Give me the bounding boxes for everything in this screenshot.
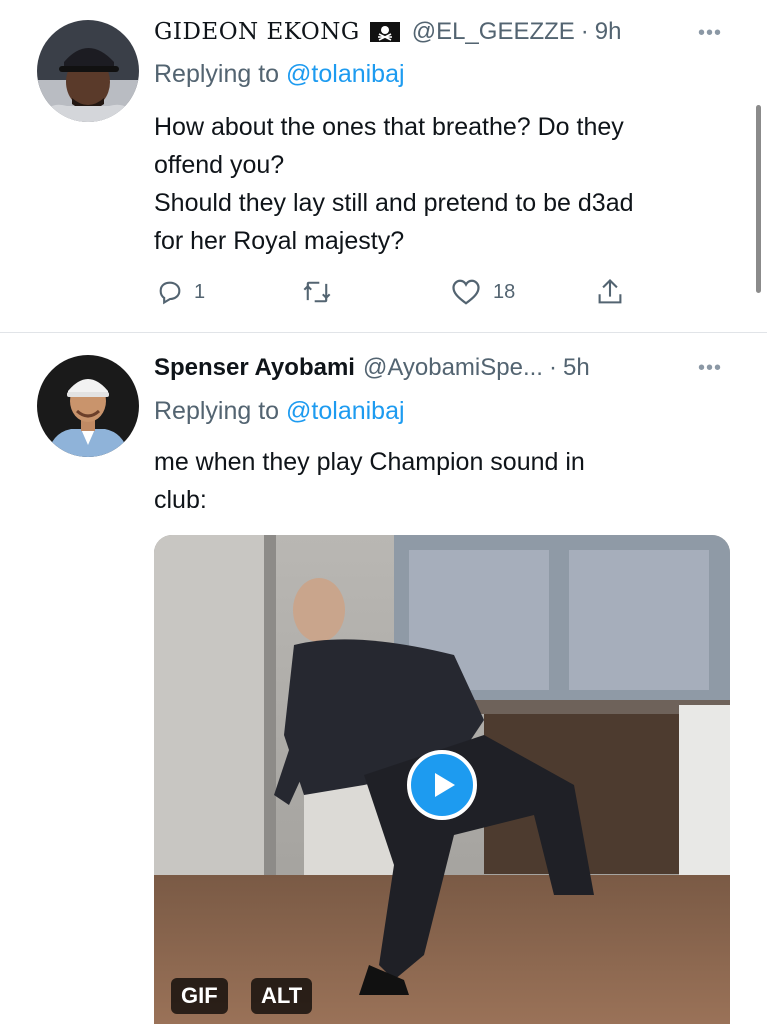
scrollbar[interactable]: [756, 105, 761, 293]
play-icon: [435, 773, 455, 797]
avatar[interactable]: [37, 355, 139, 457]
tweet-line: Should they lay still and pretend to be …: [154, 189, 634, 217]
reply-icon: [159, 281, 181, 305]
gif-media[interactable]: GIF ALT: [154, 535, 730, 1024]
tweet-header: Spenser Ayobami @AyobamiSpe... · 5h: [154, 354, 590, 382]
tweet-line: for her Royal majesty?: [154, 227, 405, 255]
pirate-flag-icon: [369, 22, 400, 42]
timestamp[interactable]: 9h: [595, 18, 622, 46]
tweet-line: club:: [154, 486, 207, 514]
retweet-button[interactable]: [302, 278, 332, 306]
like-button[interactable]: 18: [451, 278, 515, 306]
replying-to-handle[interactable]: @tolanibaj: [286, 397, 405, 425]
replying-to: Replying to @tolanibaj: [154, 397, 405, 426]
tweet-text: How about the ones that breathe? Do they…: [154, 108, 744, 260]
user-handle[interactable]: @AyobamiSpe...: [363, 354, 543, 382]
more-options-icon[interactable]: •••: [698, 357, 722, 380]
alt-badge[interactable]: ALT: [251, 978, 313, 1014]
timestamp[interactable]: 5h: [563, 354, 590, 382]
gif-badge: GIF: [171, 978, 228, 1014]
play-button[interactable]: [407, 750, 477, 820]
replying-to-handle[interactable]: @tolanibaj: [286, 60, 405, 88]
tweet-header: GIDEON EKONG @EL_GEEZZE · 9h: [154, 18, 621, 46]
tweet-1[interactable]: GIDEON EKONG @EL_GEEZZE · 9h ••• Replyin…: [0, 0, 767, 332]
retweet-icon: [303, 281, 331, 303]
tweet-line: How about the ones that breathe? Do they: [154, 113, 624, 141]
like-count: 18: [493, 280, 516, 303]
reply-count: 1: [194, 280, 206, 303]
share-button[interactable]: [596, 277, 624, 307]
share-icon: [598, 278, 622, 304]
replying-prefix: Replying to: [154, 397, 280, 425]
tweet-line: me when they play Champion sound in: [154, 448, 585, 476]
more-options-icon[interactable]: •••: [698, 22, 722, 45]
display-name[interactable]: Spenser Ayobami: [154, 354, 355, 382]
user-handle[interactable]: @EL_GEEZZE: [412, 18, 575, 46]
separator: ·: [580, 18, 589, 45]
display-name[interactable]: GIDEON EKONG: [154, 19, 360, 45]
heart-icon: [452, 279, 480, 305]
tweet-text: me when they play Champion sound in club…: [154, 443, 744, 519]
replying-to: Replying to @tolanibaj: [154, 60, 405, 89]
tweet-line: offend you?: [154, 151, 285, 179]
reply-button[interactable]: 1: [156, 278, 205, 306]
replying-prefix: Replying to: [154, 60, 280, 88]
separator: ·: [548, 354, 557, 381]
avatar[interactable]: [37, 20, 139, 122]
